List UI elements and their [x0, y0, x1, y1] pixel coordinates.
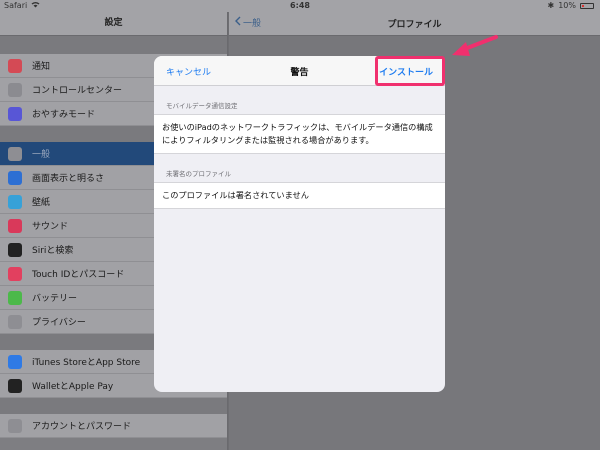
sidebar-item[interactable]: アカウントとパスワード [0, 414, 227, 438]
sidebar-item-label: プライバシー [32, 318, 86, 328]
pointer-arrow-icon [452, 35, 498, 56]
sidebar-item-label: Siriと検索 [32, 246, 74, 256]
unsigned-profile-text: このプロファイルは署名されていません [154, 182, 445, 209]
text-size-icon [8, 170, 22, 185]
section-header-unsigned: 未署名のプロファイル [166, 170, 231, 178]
sidebar-item-label: WalletとApple Pay [32, 382, 114, 392]
sidebar-item-label: 画面表示と明るさ [32, 174, 105, 184]
gear-icon [8, 146, 22, 161]
fingerprint-icon [8, 266, 22, 281]
sidebar-item-label: 通知 [32, 62, 51, 72]
sidebar-item-label: iTunes StoreとApp Store [32, 358, 141, 368]
sidebar-item-label: コントロールセンター [32, 86, 123, 96]
bluetooth-icon: ✱ [547, 1, 555, 10]
bell-icon [8, 58, 22, 73]
controls-icon [8, 82, 22, 97]
install-highlight-box [375, 56, 445, 86]
key-icon [8, 418, 22, 433]
sidebar-item-label: 壁紙 [32, 198, 51, 208]
sidebar-title: 設定 [0, 12, 227, 36]
sidebar-item-label: Touch IDとパスコード [32, 270, 125, 280]
siri-icon [8, 242, 22, 257]
speaker-icon [8, 218, 22, 233]
battery-icon [8, 290, 22, 305]
detail-title: プロファイル [387, 20, 442, 30]
moon-icon [8, 106, 22, 121]
app-store-icon [8, 354, 22, 369]
wallet-icon [8, 378, 22, 393]
sidebar-item-label: バッテリー [32, 294, 78, 304]
battery-percentage: 10% [558, 1, 576, 10]
flower-icon [8, 194, 22, 209]
battery-icon [580, 2, 594, 9]
sidebar-item-label: おやすみモード [32, 110, 96, 120]
status-time: 6:48 [290, 1, 310, 10]
status-bar: Safari 6:48 ✱ 10% [0, 0, 600, 12]
detail-nav-bar: 一般 プロファイル [229, 12, 600, 36]
group-spacer [0, 36, 227, 54]
section-header-cellular: モバイルデータ通信設定 [166, 102, 238, 110]
sidebar-item-label: 一般 [32, 150, 51, 160]
sidebar-item-label: アカウントとパスワード [32, 422, 132, 432]
group-spacer [0, 398, 227, 414]
sidebar-item-label: サウンド [32, 222, 69, 232]
cellular-warning-text: お使いのiPadのネットワークトラフィックは、モバイルデータ通信の構成によりフィ… [154, 114, 445, 154]
warning-modal: キャンセル 警告 インストール モバイルデータ通信設定 お使いのiPadのネット… [154, 56, 445, 392]
hand-icon [8, 314, 22, 329]
